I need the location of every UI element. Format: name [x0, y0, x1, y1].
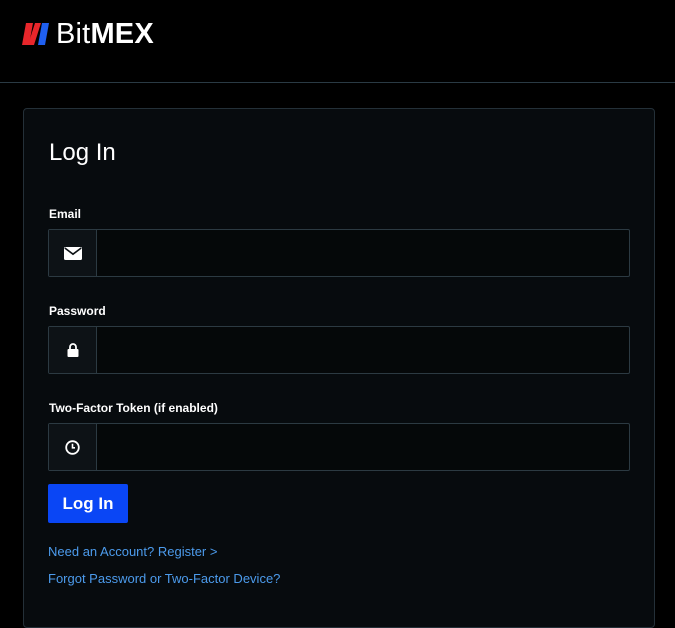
password-label: Password: [49, 304, 106, 318]
bitmex-logo[interactable]: BitMEX: [22, 19, 154, 49]
email-label: Email: [49, 207, 82, 221]
two-factor-label: Two-Factor Token (if enabled): [49, 401, 218, 415]
two-factor-input-group: [48, 423, 630, 471]
logo-text-bit: Bit: [56, 18, 91, 50]
email-input-group: [48, 229, 630, 277]
email-field[interactable]: [97, 230, 629, 276]
register-link[interactable]: Need an Account? Register >: [48, 544, 217, 559]
password-input-group: [48, 326, 630, 374]
password-addon: [49, 327, 97, 373]
envelope-icon: [63, 246, 82, 260]
login-panel: Log In Email Password Two-Factor Token (…: [23, 108, 655, 628]
login-button[interactable]: Log In: [48, 484, 128, 523]
two-factor-token-field[interactable]: [97, 424, 629, 470]
logo-text-mex: MEX: [90, 18, 154, 50]
bitmex-logo-mark-icon: [22, 23, 49, 45]
two-factor-addon: [49, 424, 97, 470]
email-addon: [49, 230, 97, 276]
password-field[interactable]: [97, 327, 629, 373]
top-bar: BitMEX: [0, 0, 675, 83]
page-title: Log In: [49, 139, 116, 166]
forgot-password-link[interactable]: Forgot Password or Two-Factor Device?: [48, 571, 280, 586]
lock-icon: [67, 343, 78, 357]
logo-wordmark: BitMEX: [56, 19, 154, 49]
clock-icon: [65, 439, 80, 455]
